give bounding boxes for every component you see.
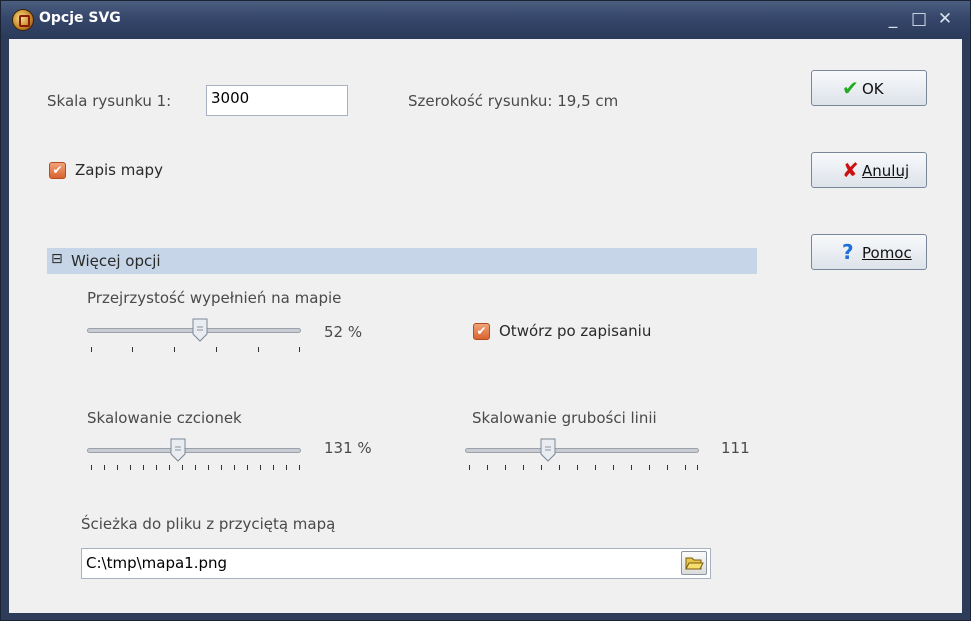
tick <box>143 465 144 470</box>
tick <box>130 465 131 470</box>
transparency-thumb[interactable] <box>192 318 208 342</box>
save-map-checkbox[interactable]: ✔ <box>49 162 66 179</box>
tick <box>169 465 170 470</box>
tick <box>91 465 92 470</box>
tick <box>182 465 183 470</box>
line-scale-track[interactable] <box>465 448 699 453</box>
tick <box>559 465 560 470</box>
cancel-button-label: Anuluj <box>862 162 910 180</box>
open-after-save-label: Otwórz po zapisaniu <box>499 322 652 340</box>
tick <box>273 465 274 470</box>
tick <box>258 347 259 352</box>
more-options-label: Więcej opcji <box>71 252 161 270</box>
path-label: Ścieżka do pliku z przyciętą mapą <box>81 515 336 533</box>
help-button[interactable]: ? Pomoc <box>811 234 927 270</box>
tick <box>132 347 133 352</box>
font-scale-track[interactable] <box>87 448 301 453</box>
check-icon: ✔ <box>842 76 859 100</box>
window-title: Opcje SVG <box>39 10 121 26</box>
scale-label: Skala rysunku 1: <box>47 92 172 110</box>
font-scale-thumb[interactable] <box>170 438 186 462</box>
line-scale-thumb[interactable] <box>540 438 556 462</box>
save-map-label: Zapis mapy <box>75 161 163 179</box>
transparency-value: 52 % <box>324 323 363 341</box>
transparency-label: Przejrzystość wypełnień na mapie <box>87 289 342 307</box>
open-after-save-checkbox[interactable]: ✔ <box>473 323 490 340</box>
title-bar[interactable]: Opcje SVG _ □ ✕ <box>1 1 970 39</box>
ok-button[interactable]: ✔ OK <box>811 70 927 106</box>
drawing-width-text: Szerokość rysunku: 19,5 cm <box>408 92 619 110</box>
line-scale-value: 111 <box>721 439 750 457</box>
minimize-icon[interactable]: _ <box>881 7 905 31</box>
dialog-window: Opcje SVG _ □ ✕ Skala rysunku 1: 3000 Sz… <box>0 0 971 621</box>
tick <box>174 347 175 352</box>
tick <box>216 347 217 352</box>
app-icon <box>12 9 34 31</box>
tick <box>505 465 506 470</box>
tick <box>156 465 157 470</box>
cancel-button[interactable]: ✘ Anuluj <box>811 152 927 188</box>
tick <box>487 465 488 470</box>
tick <box>649 465 650 470</box>
more-options-header[interactable]: ⊟ Więcej opcji <box>47 248 757 274</box>
tick <box>286 465 287 470</box>
tick <box>631 465 632 470</box>
tick <box>117 465 118 470</box>
folder-open-icon <box>685 557 704 570</box>
question-icon: ? <box>842 240 854 264</box>
tick <box>221 465 222 470</box>
tick <box>523 465 524 470</box>
browse-button[interactable] <box>681 551 707 575</box>
x-icon: ✘ <box>842 158 859 182</box>
tick <box>469 465 470 470</box>
dialog-content: Skala rysunku 1: 3000 Szerokość rysunku:… <box>9 39 962 613</box>
font-scale-value: 131 % <box>324 439 372 457</box>
tick <box>613 465 614 470</box>
tick <box>299 465 300 470</box>
tick <box>104 465 105 470</box>
tick <box>577 465 578 470</box>
tick <box>260 465 261 470</box>
close-icon[interactable]: ✕ <box>933 7 957 31</box>
tick <box>299 347 300 352</box>
tick <box>667 465 668 470</box>
path-input[interactable]: C:\tmp\mapa1.png <box>81 548 711 579</box>
line-scale-label: Skalowanie grubości linii <box>472 409 657 427</box>
scale-input[interactable]: 3000 <box>206 85 348 116</box>
tick <box>697 465 698 470</box>
tick <box>685 465 686 470</box>
tick <box>234 465 235 470</box>
ok-button-label: OK <box>862 80 884 98</box>
help-button-label: Pomoc <box>862 244 912 262</box>
collapse-toggle-icon[interactable]: ⊟ <box>51 251 63 267</box>
tick <box>91 347 92 352</box>
maximize-icon[interactable]: □ <box>907 7 931 31</box>
tick <box>208 465 209 470</box>
tick <box>541 465 542 470</box>
tick <box>195 465 196 470</box>
font-scale-label: Skalowanie czcionek <box>87 409 242 427</box>
tick <box>595 465 596 470</box>
tick <box>247 465 248 470</box>
